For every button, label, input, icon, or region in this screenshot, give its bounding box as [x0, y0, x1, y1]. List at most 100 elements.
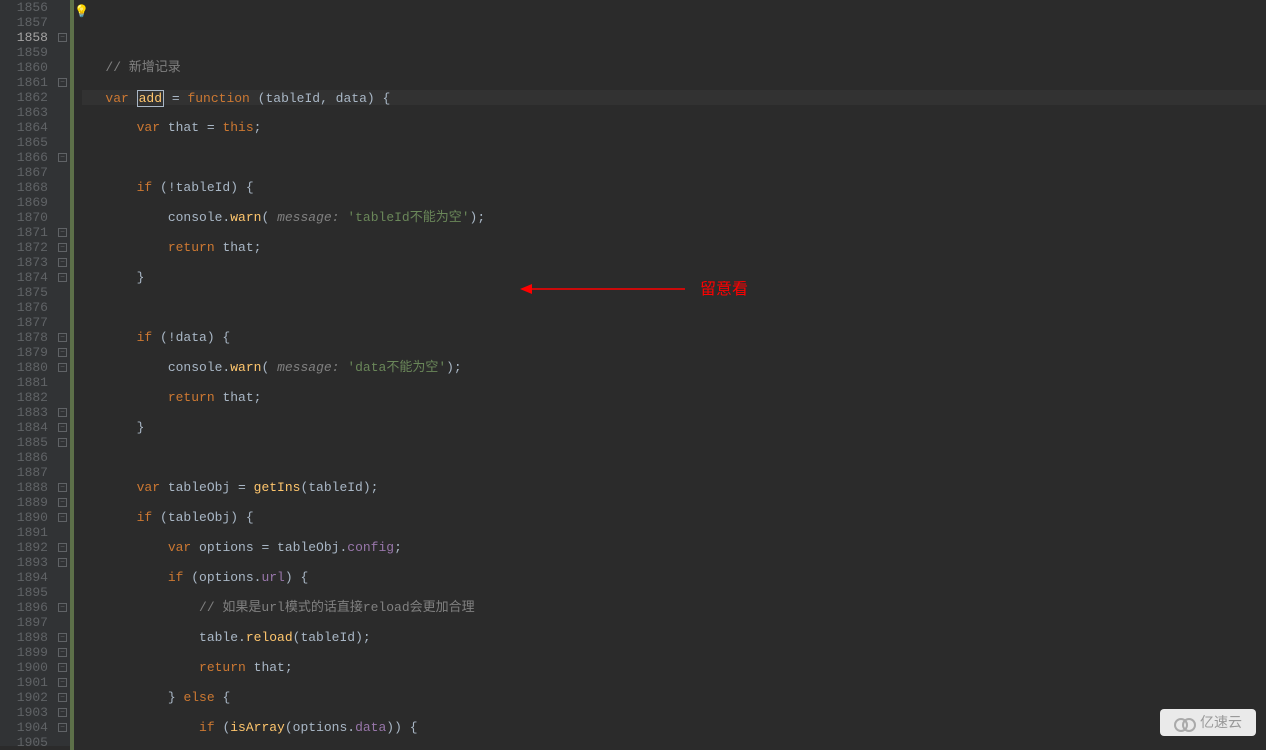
fold-toggle-icon[interactable]: − [58, 513, 67, 522]
line-number-gutter[interactable]: 1856185718581859186018611862186318641865… [0, 0, 56, 746]
line-number[interactable]: 1896 [4, 600, 48, 615]
line-number[interactable]: 1867 [4, 165, 48, 180]
fold-toggle-icon[interactable]: − [58, 153, 67, 162]
fold-toggle-icon[interactable]: − [58, 408, 67, 417]
fold-toggle-icon[interactable]: − [58, 483, 67, 492]
line-number[interactable]: 1856 [4, 0, 48, 15]
line-number[interactable]: 1875 [4, 285, 48, 300]
code-editor: 1856185718581859186018611862186318641865… [0, 0, 1266, 746]
line-number[interactable]: 1860 [4, 60, 48, 75]
fold-toggle-icon[interactable]: − [58, 723, 67, 732]
line-number[interactable]: 1901 [4, 675, 48, 690]
line-number[interactable]: 1871 [4, 225, 48, 240]
line-number[interactable]: 1870 [4, 210, 48, 225]
fold-toggle-icon[interactable]: − [58, 273, 67, 282]
watermark: 亿速云 [1160, 709, 1256, 736]
fold-toggle-icon[interactable]: − [58, 633, 67, 642]
code-line: } else { [82, 690, 1266, 705]
code-line: // 如果是url模式的话直接reload会更加合理 [82, 600, 1266, 615]
code-line: return that; [82, 390, 1266, 405]
line-number[interactable]: 1898 [4, 630, 48, 645]
fold-toggle-icon[interactable]: − [58, 543, 67, 552]
line-number[interactable]: 1894 [4, 570, 48, 585]
code-line: if (!data) { [82, 330, 1266, 345]
code-line-current: var add = function (tableId, data) { [82, 90, 1266, 105]
line-number[interactable]: 1892 [4, 540, 48, 555]
fold-toggle-icon[interactable]: − [58, 603, 67, 612]
line-number[interactable]: 1897 [4, 615, 48, 630]
line-number[interactable]: 1899 [4, 645, 48, 660]
fold-toggle-icon[interactable]: − [58, 558, 67, 567]
fold-toggle-icon[interactable]: − [58, 363, 67, 372]
fold-column[interactable]: − − − − − − − − − − − − − − − − − − − − − − − − − − [56, 0, 70, 746]
code-line: var tableObj = getIns(tableId); [82, 480, 1266, 495]
code-line: // 新增记录 [82, 60, 1266, 75]
fold-toggle-icon[interactable]: − [58, 708, 67, 717]
fold-toggle-icon[interactable]: − [58, 348, 67, 357]
line-number[interactable]: 1880 [4, 360, 48, 375]
line-number[interactable]: 1877 [4, 315, 48, 330]
line-number[interactable]: 1902 [4, 690, 48, 705]
line-number[interactable]: 1890 [4, 510, 48, 525]
code-area[interactable]: 💡 // 新增记录 var add = function (tableId, d… [74, 0, 1266, 746]
fold-toggle-icon[interactable]: − [58, 678, 67, 687]
fold-toggle-icon[interactable]: − [58, 228, 67, 237]
fold-toggle-icon[interactable]: − [58, 438, 67, 447]
code-line: console.warn( message: 'data不能为空'); [82, 360, 1266, 375]
fold-toggle-icon[interactable]: − [58, 243, 67, 252]
code-line: return that; [82, 240, 1266, 255]
fold-toggle-icon[interactable]: − [58, 648, 67, 657]
code-line: if (!tableId) { [82, 180, 1266, 195]
line-number[interactable]: 1904 [4, 720, 48, 735]
line-number[interactable]: 1905 [4, 735, 48, 750]
fold-toggle-icon[interactable]: − [58, 333, 67, 342]
line-number[interactable]: 1895 [4, 585, 48, 600]
line-number[interactable]: 1866 [4, 150, 48, 165]
line-number[interactable]: 1869 [4, 195, 48, 210]
line-number[interactable]: 1893 [4, 555, 48, 570]
line-number[interactable]: 1883 [4, 405, 48, 420]
code-line [82, 30, 1266, 45]
fold-toggle-icon[interactable]: − [58, 498, 67, 507]
line-number[interactable]: 1876 [4, 300, 48, 315]
fold-toggle-icon[interactable]: − [58, 693, 67, 702]
line-number[interactable]: 1885 [4, 435, 48, 450]
line-number[interactable]: 1882 [4, 390, 48, 405]
code-line: var options = tableObj.config; [82, 540, 1266, 555]
line-number[interactable]: 1873 [4, 255, 48, 270]
line-number[interactable]: 1900 [4, 660, 48, 675]
line-number[interactable]: 1884 [4, 420, 48, 435]
line-number[interactable]: 1865 [4, 135, 48, 150]
line-number[interactable]: 1862 [4, 90, 48, 105]
line-number[interactable]: 1859 [4, 45, 48, 60]
line-number[interactable]: 1886 [4, 450, 48, 465]
line-number[interactable]: 1903 [4, 705, 48, 720]
line-number[interactable]: 1888 [4, 480, 48, 495]
line-number[interactable]: 1861 [4, 75, 48, 90]
fold-toggle-icon[interactable]: − [58, 33, 67, 42]
line-number[interactable]: 1891 [4, 525, 48, 540]
line-number[interactable]: 1872 [4, 240, 48, 255]
line-number[interactable]: 1858 [4, 30, 48, 45]
code-line [82, 450, 1266, 465]
line-number[interactable]: 1868 [4, 180, 48, 195]
intention-bulb-icon[interactable]: 💡 [74, 5, 89, 20]
fold-toggle-icon[interactable]: − [58, 258, 67, 267]
code-line: if (isArray(options.data)) { [82, 720, 1266, 735]
line-number[interactable]: 1878 [4, 330, 48, 345]
watermark-text: 亿速云 [1200, 715, 1242, 730]
fold-toggle-icon[interactable]: − [58, 663, 67, 672]
line-number[interactable]: 1879 [4, 345, 48, 360]
line-number[interactable]: 1863 [4, 105, 48, 120]
line-number[interactable]: 1864 [4, 120, 48, 135]
line-number[interactable]: 1874 [4, 270, 48, 285]
fold-toggle-icon[interactable]: − [58, 423, 67, 432]
code-line: if (options.url) { [82, 570, 1266, 585]
code-line: if (tableObj) { [82, 510, 1266, 525]
code-line [82, 150, 1266, 165]
line-number[interactable]: 1857 [4, 15, 48, 30]
line-number[interactable]: 1889 [4, 495, 48, 510]
line-number[interactable]: 1887 [4, 465, 48, 480]
line-number[interactable]: 1881 [4, 375, 48, 390]
fold-toggle-icon[interactable]: − [58, 78, 67, 87]
